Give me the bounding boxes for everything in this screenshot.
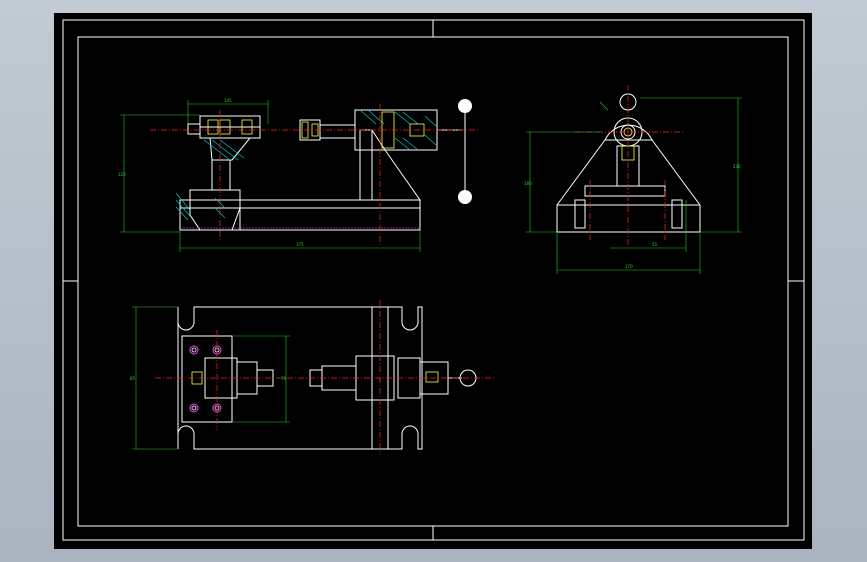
dimension-label: 120 xyxy=(118,172,126,177)
dimension-label: 85 xyxy=(130,376,136,381)
handle-knob-icon xyxy=(458,190,472,204)
dimension-label: 145 xyxy=(224,98,232,103)
dimension-label: 70 xyxy=(281,376,287,381)
cad-drawing: 145 120 375 180 230 55 170 85 70 xyxy=(62,19,805,541)
dimension-label: 180 xyxy=(524,181,532,186)
dimension-label: 375 xyxy=(296,242,304,247)
plan-view: 85 70 xyxy=(130,300,495,455)
dimension-label: 170 xyxy=(625,264,633,269)
handle-knob-icon xyxy=(458,99,472,113)
dimension-label: 55 xyxy=(652,242,658,247)
front-view: 145 120 375 xyxy=(118,98,480,252)
side-view: 180 230 55 170 xyxy=(524,85,742,274)
dimension-label: 230 xyxy=(733,164,741,169)
